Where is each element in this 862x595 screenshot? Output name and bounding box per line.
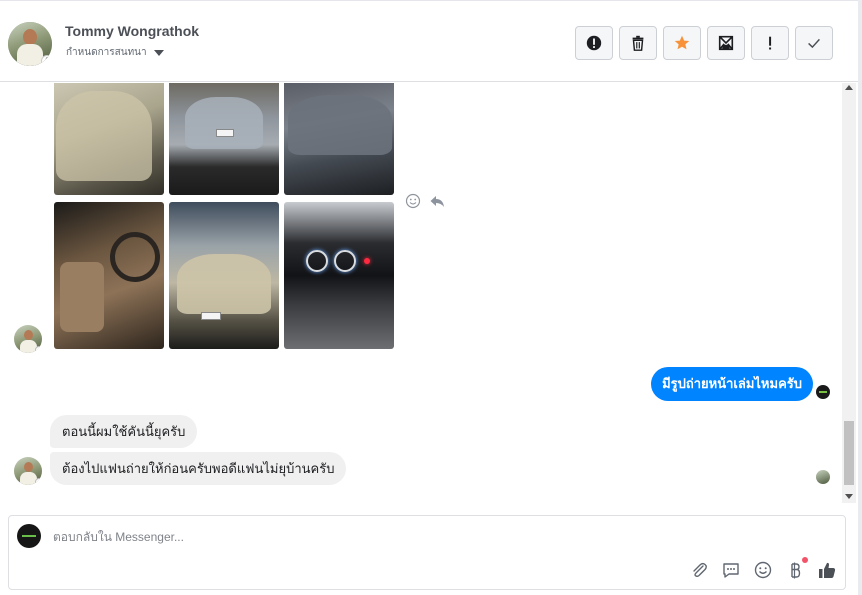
- contact-avatar[interactable]: f: [8, 22, 52, 66]
- speech-bubble-icon: [723, 563, 739, 578]
- car-photo-6[interactable]: [284, 202, 394, 349]
- scroll-up-arrow-icon[interactable]: [845, 85, 853, 90]
- payment-button[interactable]: [785, 557, 808, 580]
- incoming-message-1[interactable]: ตอนนี้ผมใช้คันนี้ยุครับ: [50, 415, 198, 448]
- car-photo-1[interactable]: [54, 83, 164, 195]
- mark-spam-button[interactable]: [575, 26, 613, 60]
- delete-button[interactable]: [619, 26, 657, 60]
- conversation-header: f Tommy Wongrathok กำหนดการสนทนา: [0, 0, 862, 82]
- message-actions: [405, 193, 445, 209]
- incoming-message-2[interactable]: ต้องไปแฟนถ่ายให้ก่อนครับพอดีแฟนไม่ยุบ้าน…: [50, 452, 347, 485]
- chevron-down-icon: [153, 49, 164, 56]
- conversation-label-dropdown[interactable]: กำหนดการสนทนา: [66, 45, 164, 60]
- mark-unread-button[interactable]: [707, 26, 745, 60]
- paperclip-icon: [693, 562, 707, 578]
- message-composer: [8, 515, 846, 590]
- star-icon: [674, 35, 690, 50]
- scroll-down-arrow-icon[interactable]: [845, 494, 853, 499]
- sender-avatar[interactable]: [14, 325, 42, 353]
- react-smiley-icon[interactable]: [405, 193, 421, 209]
- conversation-label-text: กำหนดการสนทนา: [66, 47, 147, 58]
- emoji-button[interactable]: [753, 560, 773, 580]
- outgoing-message[interactable]: มีรูปถ่ายหน้าเล่มไหมครับ: [651, 367, 813, 401]
- like-button[interactable]: [817, 560, 837, 580]
- star-button[interactable]: [663, 26, 701, 60]
- car-photo-5[interactable]: [169, 202, 279, 349]
- scroll-thumb[interactable]: [844, 421, 854, 485]
- report-exclamation-icon: [769, 36, 772, 50]
- mark-unread-icon: [718, 35, 734, 51]
- attach-file-button[interactable]: [689, 560, 709, 580]
- car-photo-4[interactable]: [54, 202, 164, 349]
- seen-by-contact-avatar: [816, 470, 830, 484]
- mark-done-button[interactable]: [795, 26, 833, 60]
- composer-tools: [689, 557, 837, 580]
- page-avatar: [17, 524, 41, 548]
- contact-name[interactable]: Tommy Wongrathok: [65, 23, 199, 39]
- alert-circle-icon: [586, 35, 602, 51]
- thumbs-up-icon: [819, 562, 836, 578]
- window-edge: [858, 0, 862, 595]
- checkmark-icon: [808, 38, 820, 49]
- conversation-toolbar: [575, 26, 833, 60]
- thread-scrollbar[interactable]: [842, 83, 856, 503]
- car-photo-2[interactable]: [169, 83, 279, 195]
- trash-icon: [632, 35, 644, 51]
- sender-avatar[interactable]: [14, 457, 42, 485]
- report-button[interactable]: [751, 26, 789, 60]
- messenger-badge-icon: f: [41, 55, 52, 66]
- smiley-icon: [754, 561, 772, 579]
- saved-replies-button[interactable]: [721, 560, 741, 580]
- seen-by-page-avatar: [816, 385, 830, 399]
- reply-arrow-icon[interactable]: [429, 193, 445, 209]
- reply-input[interactable]: [53, 530, 673, 544]
- baht-icon: [791, 562, 801, 579]
- car-photo-3[interactable]: [284, 83, 394, 195]
- message-thread[interactable]: มีรูปถ่ายหน้าเล่มไหมครับ ตอนนี้ผมใช้คันน…: [0, 83, 842, 503]
- notification-dot: [802, 557, 808, 563]
